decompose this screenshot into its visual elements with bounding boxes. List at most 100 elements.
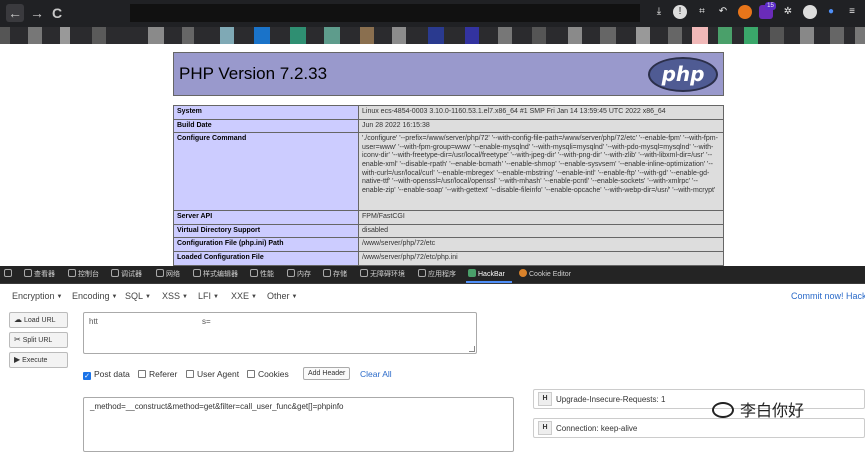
- chevron-down-icon: ▼: [251, 294, 257, 300]
- chevron-down-icon: ▼: [182, 294, 188, 300]
- header-row[interactable]: H Upgrade-Insecure-Requests: 1: [533, 389, 865, 409]
- table-row: Configure Command './configure' '--prefix…: [173, 132, 724, 212]
- application-icon: [418, 269, 426, 277]
- row-value: Jun 28 2022 16:15:38: [358, 118, 724, 134]
- memory-icon: [287, 269, 295, 277]
- header-tag: H: [538, 392, 552, 406]
- menu-icon[interactable]: ≡: [845, 5, 859, 19]
- phpinfo-page: PHP Version 7.2.33 php System Linux ecs-4…: [0, 44, 865, 266]
- row-key: System: [173, 105, 359, 120]
- fox-extension-icon[interactable]: [738, 5, 752, 19]
- clear-all-link[interactable]: Clear All: [360, 369, 392, 379]
- load-url-button[interactable]: ☁ Load URL: [9, 312, 68, 328]
- devtools-tabbar: 查看器 控制台 调试器 网络 样式编辑器 性能 内存 存储 无障碍环境 应用程序…: [0, 266, 865, 284]
- menu-encryption[interactable]: Encryption ▼: [12, 291, 62, 301]
- chevron-down-icon: ▼: [145, 294, 151, 300]
- table-row: Virtual Directory Support disabled: [173, 223, 724, 239]
- table-row: Loaded Configuration File/www/server/php…: [173, 250, 724, 266]
- profile-icon[interactable]: [803, 5, 817, 19]
- row-value: disabled: [358, 223, 724, 239]
- debugger-icon: [111, 269, 119, 277]
- php-header: PHP Version 7.2.33 php: [173, 52, 724, 96]
- menu-encoding[interactable]: Encoding ▼: [72, 291, 117, 301]
- chevron-down-icon: ▼: [111, 294, 118, 300]
- resize-handle[interactable]: [469, 346, 475, 352]
- tab-memory[interactable]: 内存: [287, 269, 311, 281]
- table-row: Configuration File (php.ini) Path/www/se…: [173, 237, 724, 252]
- row-key: Loaded Configuration File: [173, 250, 359, 266]
- address-bar[interactable]: [130, 4, 640, 22]
- post-data-checkbox[interactable]: ✓ Post data: [83, 369, 130, 380]
- row-key: Server API: [173, 210, 359, 225]
- tab-style-editor[interactable]: 样式编辑器: [193, 269, 238, 281]
- crop-icon[interactable]: ⌗: [695, 5, 709, 19]
- undo-icon[interactable]: ↶: [716, 5, 730, 19]
- checkmark-icon: ✓: [83, 372, 91, 380]
- tab-storage[interactable]: 存储: [323, 269, 347, 281]
- user-agent-checkbox[interactable]: User Agent: [186, 369, 239, 379]
- bookmarks-bar: [0, 27, 865, 44]
- url-text-part2: s=: [202, 317, 211, 326]
- hackbar-panel: Encryption ▼ Encoding ▼ SQL ▼ XSS ▼ LFI ▼ XXE…: [0, 284, 865, 452]
- inspect-picker-icon[interactable]: [4, 269, 14, 281]
- cookie-icon: [519, 269, 527, 277]
- execute-button[interactable]: ▶ Execute: [9, 352, 68, 368]
- row-key: Build Date: [173, 118, 359, 134]
- table-row: System Linux ecs-4854-0003 3.10.0-1160.53…: [173, 105, 724, 120]
- menu-xss[interactable]: XSS ▼: [162, 291, 188, 301]
- download-icon[interactable]: ⤓: [652, 5, 666, 19]
- split-url-button[interactable]: ✂ Split URL: [9, 332, 68, 348]
- page-title: PHP Version 7.2.33: [179, 64, 328, 83]
- row-value: FPM/FastCGI: [358, 210, 724, 225]
- tab-console[interactable]: 控制台: [68, 269, 99, 281]
- tab-inspector[interactable]: 查看器: [24, 269, 55, 281]
- accessibility-icon: [360, 269, 368, 277]
- url-text-part1: htt: [89, 317, 98, 326]
- tab-performance[interactable]: 性能: [250, 269, 274, 281]
- tab-debugger[interactable]: 调试器: [111, 269, 142, 281]
- menu-lfi[interactable]: LFI ▼: [198, 291, 219, 301]
- referer-checkbox[interactable]: Referer: [138, 369, 177, 379]
- header-text: Connection: keep-alive: [556, 424, 638, 433]
- url-textarea[interactable]: htt s=: [83, 312, 477, 354]
- row-value: './configure' '--prefix=/www/server/php/…: [358, 132, 724, 212]
- inspector-icon: [24, 269, 32, 277]
- row-value: Linux ecs-4854-0003 3.10.0-1160.53.1.el7…: [358, 105, 724, 120]
- post-data-textarea[interactable]: _method=__construct&method=get&filter=ca…: [83, 397, 514, 452]
- tab-network[interactable]: 网络: [156, 269, 180, 281]
- commit-link[interactable]: Commit now! HackB: [791, 291, 865, 301]
- chevron-down-icon: ▼: [213, 294, 219, 300]
- tab-cookie-editor[interactable]: Cookie Editor: [519, 269, 571, 281]
- storage-icon: [323, 269, 331, 277]
- header-row[interactable]: H Connection: keep-alive: [533, 418, 865, 438]
- tab-accessibility[interactable]: 无障碍环境: [360, 269, 405, 281]
- menu-xxe[interactable]: XXE ▼: [231, 291, 257, 301]
- performance-icon: [250, 269, 258, 277]
- table-row: Server API FPM/FastCGI: [173, 210, 724, 225]
- table-row: Build Date Jun 28 2022 16:15:38: [173, 118, 724, 134]
- chevron-down-icon: ▼: [291, 294, 298, 300]
- menu-sql[interactable]: SQL ▼: [125, 291, 151, 301]
- watermark: 李白你好: [712, 397, 804, 421]
- scissors-icon: ✂: [14, 335, 21, 344]
- console-icon: [68, 269, 76, 277]
- puzzle-icon[interactable]: ✲: [781, 5, 795, 19]
- forward-button[interactable]: →: [28, 4, 46, 22]
- network-icon: [156, 269, 164, 277]
- tab-hackbar[interactable]: HackBar: [468, 269, 505, 281]
- back-button[interactable]: ←: [6, 4, 24, 22]
- play-icon: ▶: [14, 355, 21, 364]
- post-body-text: _method=__construct&method=get&filter=ca…: [90, 402, 344, 411]
- reload-button[interactable]: C: [48, 4, 66, 22]
- location-icon[interactable]: ●: [824, 5, 838, 19]
- tab-application[interactable]: 应用程序: [418, 269, 456, 281]
- add-header-button[interactable]: Add Header: [303, 367, 351, 380]
- row-value: /www/server/php/72/etc/php.ini: [358, 250, 724, 266]
- browser-toolbar: ← → C ⤓ ! ⌗ ↶ 15 ✲ ● ≡: [0, 0, 865, 27]
- menu-other[interactable]: Other ▼: [267, 291, 297, 301]
- extension-badge: 15: [765, 2, 776, 10]
- row-value: /www/server/php/72/etc: [358, 237, 724, 252]
- info-icon[interactable]: !: [673, 5, 687, 19]
- row-key: Configuration File (php.ini) Path: [173, 237, 359, 252]
- cookies-checkbox[interactable]: Cookies: [247, 369, 289, 379]
